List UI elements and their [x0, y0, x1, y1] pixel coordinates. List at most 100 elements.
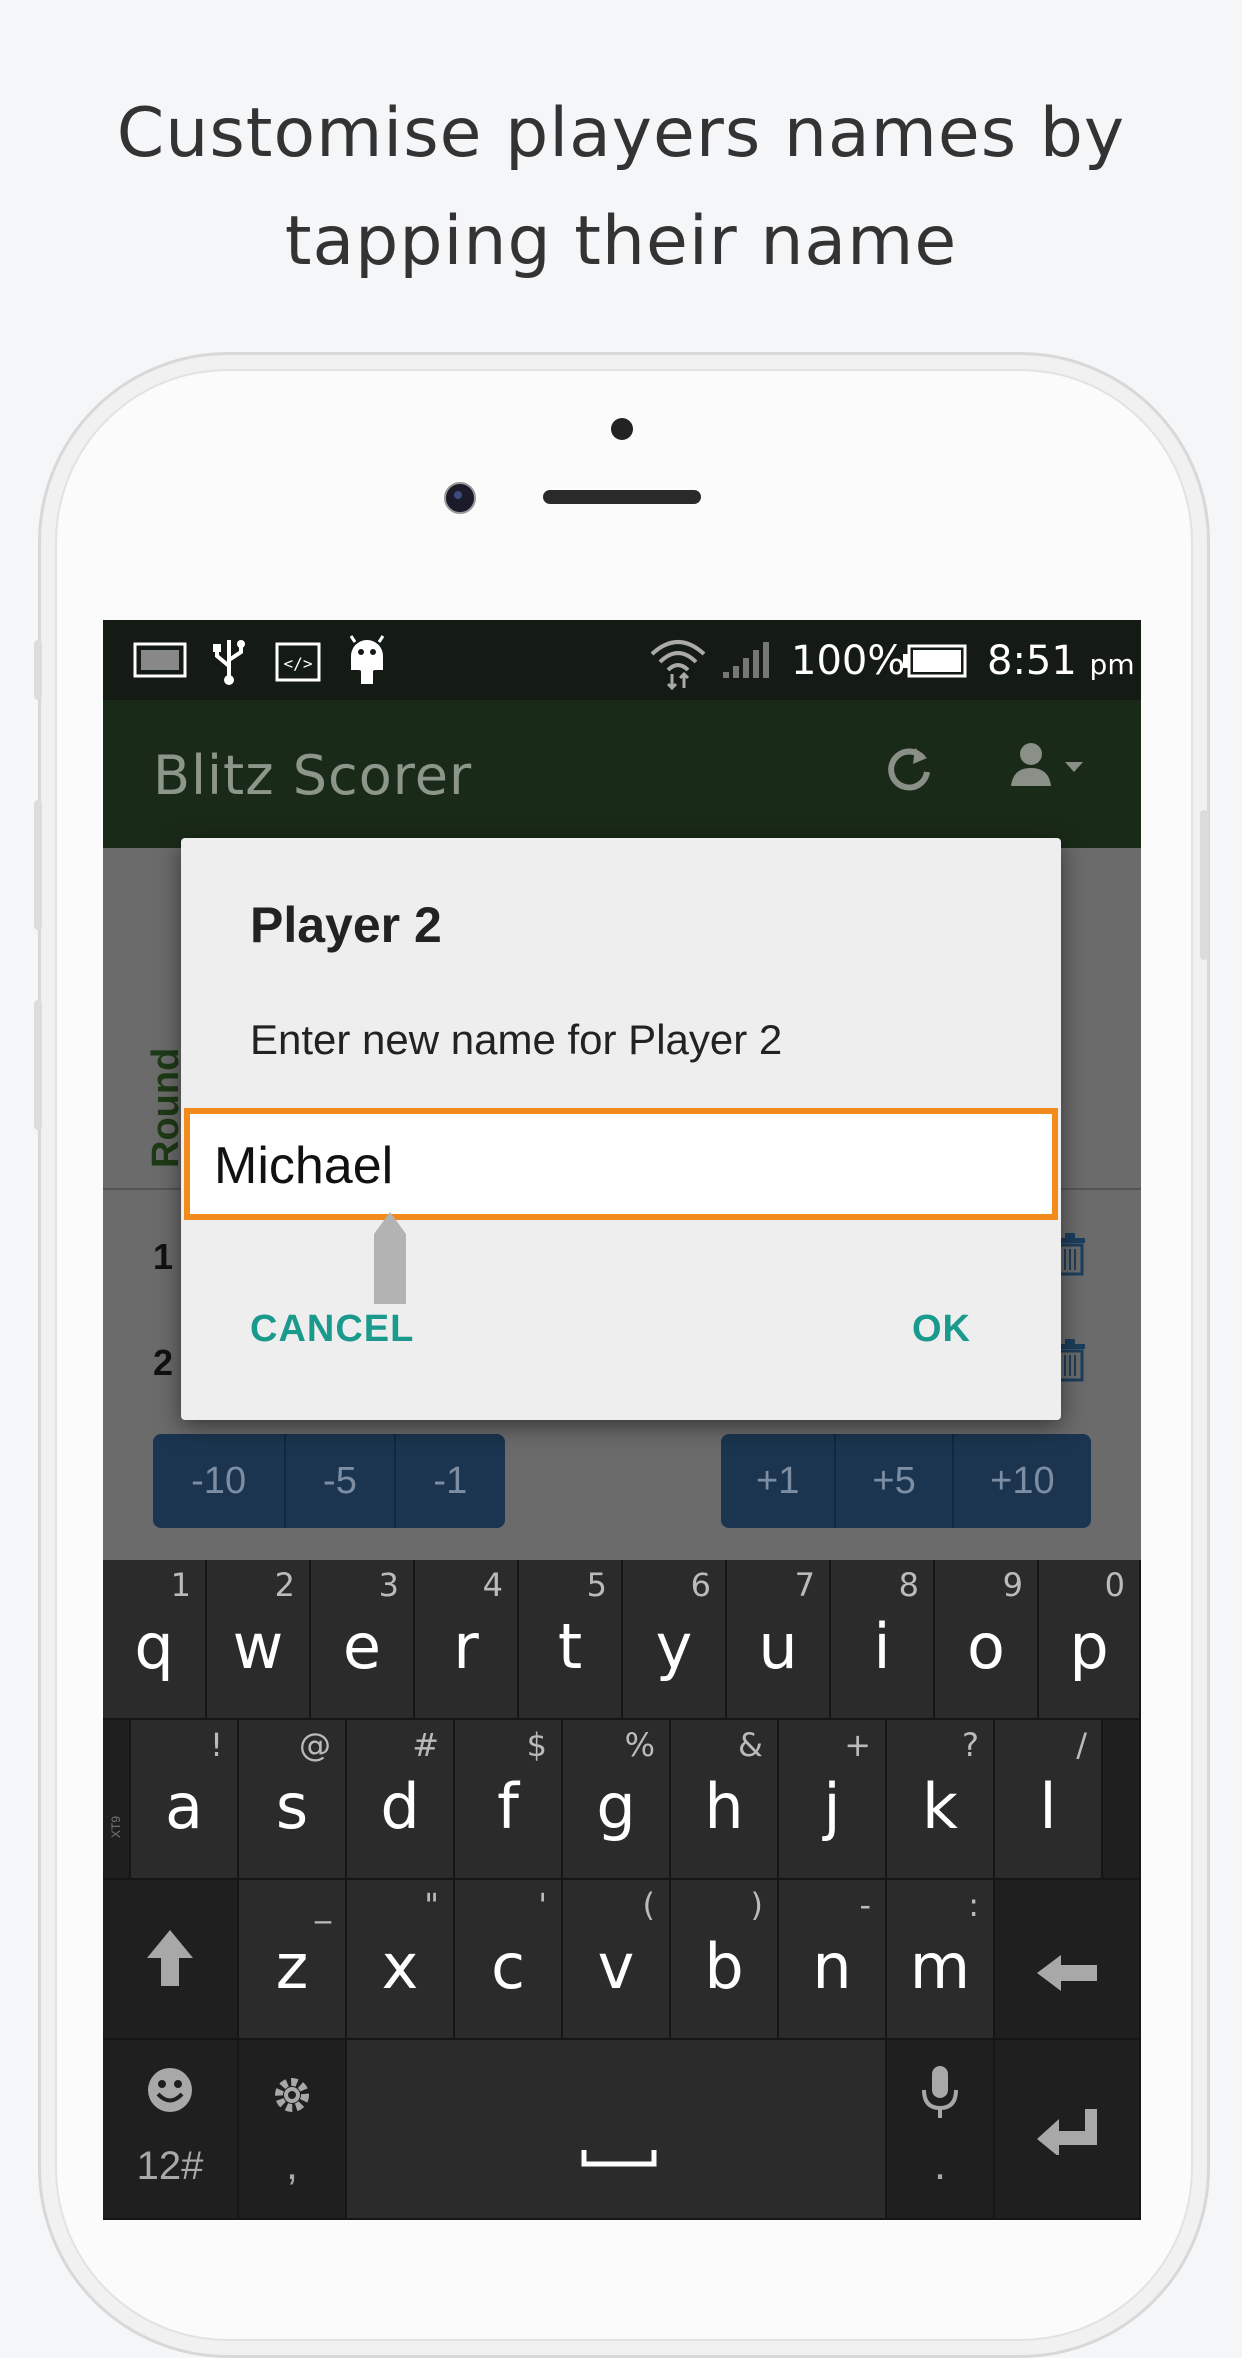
key-g[interactable]: % g [563, 1720, 671, 1880]
battery-icon [901, 644, 967, 685]
plus-10-button[interactable]: +10 [954, 1434, 1091, 1528]
cancel-button[interactable]: CANCEL [250, 1308, 414, 1351]
user-menu-icon[interactable] [1009, 740, 1093, 804]
key-hint: # [412, 1726, 439, 1764]
key-e[interactable]: 3e [311, 1560, 415, 1720]
key-f[interactable]: $ f [455, 1720, 563, 1880]
key-hint: ( [642, 1886, 655, 1924]
phone-side-button [1200, 810, 1208, 960]
key-label: h [704, 1770, 744, 1843]
dialog-title: Player 2 [250, 897, 442, 953]
key-c[interactable]: ' c [455, 1880, 563, 2040]
plus-1-button[interactable]: +1 [721, 1434, 837, 1528]
key-label: j [823, 1770, 841, 1843]
key-p[interactable]: 0p [1039, 1560, 1141, 1720]
key-r[interactable]: 4r [415, 1560, 519, 1720]
minus-1-button[interactable]: -1 [396, 1434, 505, 1528]
key-z[interactable]: _ z [239, 1880, 347, 2040]
phone-side-button [34, 800, 42, 930]
image-icon [133, 642, 187, 685]
shift-key[interactable] [103, 1880, 239, 2040]
shift-arrow-icon [103, 1928, 237, 2002]
symbols-key[interactable]: 12# [103, 2040, 239, 2220]
key-a[interactable]: ! a [131, 1720, 239, 1880]
key-l[interactable]: / l [995, 1720, 1103, 1880]
key-b[interactable]: ) b [671, 1880, 779, 2040]
minus-5-button[interactable]: -5 [286, 1434, 396, 1528]
key-label: i [873, 1610, 891, 1683]
key-hint: ! [210, 1726, 223, 1764]
xt9-label: XT9 [109, 1815, 124, 1839]
earpiece-speaker [543, 490, 701, 504]
settings-comma-key[interactable]: , [239, 2040, 347, 2220]
key-y[interactable]: 6y [623, 1560, 727, 1720]
key-hint: 9 [1002, 1566, 1023, 1604]
key-u[interactable]: 7u [727, 1560, 831, 1720]
plus-button-group: +1 +5 +10 [721, 1434, 1091, 1528]
battery-percent: 100% [791, 638, 906, 684]
text-cursor-handle[interactable] [372, 1210, 408, 1306]
key-label: e [342, 1610, 382, 1683]
key-x[interactable]: " x [347, 1880, 455, 2040]
key-n[interactable]: -n [779, 1880, 887, 2040]
wifi-icon [648, 634, 708, 697]
xt9-side-key[interactable]: XT9 [103, 1720, 131, 1880]
svg-text:</>: </> [284, 654, 313, 673]
key-hint: 6 [690, 1566, 711, 1604]
key-hint: $ [526, 1726, 547, 1764]
caption-line-2: tapping their name [284, 202, 958, 281]
key-v[interactable]: (v [563, 1880, 671, 2040]
key-label: y [655, 1610, 693, 1683]
key-label: g [596, 1770, 636, 1843]
clock-ampm: pm [1089, 648, 1135, 681]
mic-period-key[interactable]: . [887, 2040, 995, 2220]
key-label: b [704, 1930, 744, 2003]
space-bar[interactable] [347, 2040, 887, 2220]
key-h[interactable]: & h [671, 1720, 779, 1880]
key-hint: ' [538, 1886, 547, 1924]
key-label: r [453, 1610, 479, 1683]
key-hint: % [624, 1726, 655, 1764]
key-label: t [557, 1610, 583, 1683]
key-o[interactable]: 9o [935, 1560, 1039, 1720]
player-name-input[interactable]: Michael [184, 1108, 1058, 1220]
key-q[interactable]: 1q [103, 1560, 207, 1720]
keyboard: 1q 2w 3e 4r 5t 6y 7u 8i 9o 0p XT9 ! a @ s … [103, 1560, 1141, 2220]
clock-hours: 8:51 [987, 638, 1077, 684]
gear-icon [239, 2064, 345, 2133]
space-bar-icon [581, 2148, 657, 2173]
rename-player-dialog: Player 2 Enter new name for Player 2 Mic… [181, 838, 1061, 1420]
key-hint: @ [299, 1726, 331, 1764]
refresh-icon[interactable] [883, 742, 935, 807]
key-hint: 8 [898, 1566, 919, 1604]
plus-5-button[interactable]: +5 [836, 1434, 954, 1528]
round-row-2: 2 [153, 1342, 174, 1383]
key-label: d [380, 1770, 420, 1843]
key-label: p [1069, 1610, 1109, 1683]
key-label: w [232, 1610, 284, 1683]
key-i[interactable]: 8i [831, 1560, 935, 1720]
key-k[interactable]: ? k [887, 1720, 995, 1880]
minus-10-button[interactable]: -10 [153, 1434, 287, 1528]
enter-key[interactable] [995, 2040, 1141, 2220]
key-hint: - [859, 1886, 871, 1924]
key-j[interactable]: + j [779, 1720, 887, 1880]
key-m[interactable]: :m [887, 1880, 995, 2040]
app-title: Blitz Scorer [153, 744, 473, 807]
dialog-message: Enter new name for Player 2 [250, 1016, 783, 1063]
key-s[interactable]: @ s [239, 1720, 347, 1880]
key-d[interactable]: # d [347, 1720, 455, 1880]
emoji-icon [103, 2060, 237, 2129]
key-hint: ) [750, 1886, 763, 1924]
ok-button[interactable]: OK [912, 1308, 971, 1351]
key-hint: 1 [170, 1566, 191, 1604]
key-label: o [967, 1610, 1005, 1683]
key-hint: : [968, 1886, 979, 1924]
backspace-key[interactable] [995, 1880, 1141, 2040]
key-t[interactable]: 5t [519, 1560, 623, 1720]
key-hint: 5 [586, 1566, 607, 1604]
phone-side-button [34, 1000, 42, 1130]
key-label: u [758, 1610, 798, 1683]
key-w[interactable]: 2w [207, 1560, 311, 1720]
key-hint: 7 [794, 1566, 815, 1604]
